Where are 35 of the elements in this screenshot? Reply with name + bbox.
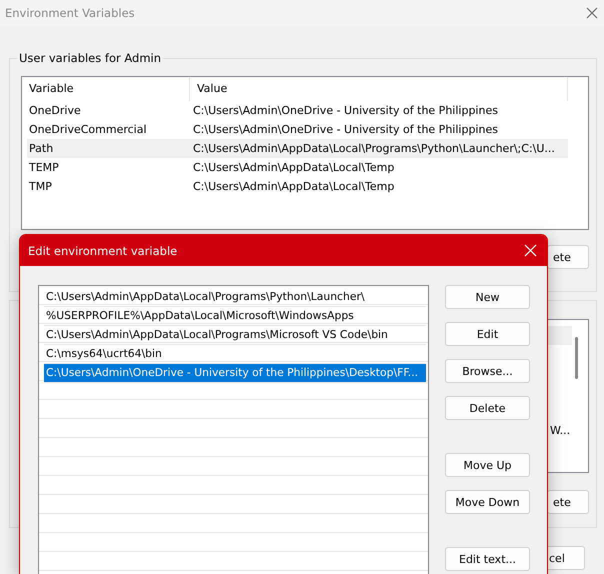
- close-icon[interactable]: [586, 7, 598, 19]
- list-item[interactable]: C:\Users\Admin\AppData\Local\Programs\Python\Launcher\: [44, 288, 426, 307]
- table-row[interactable]: TEMP C:\Users\Admin\AppData\Local\Temp: [27, 158, 568, 177]
- dialog-button[interactable]: Delete: [445, 396, 530, 420]
- table-cell-text: C:\Users\Admin\OneDrive - University of the Philippines: [192, 104, 498, 117]
- table-row[interactable]: OneDrive C:\Users\Admin\OneDrive - University of the Philippines: [27, 101, 568, 120]
- dialog-button[interactable]: Edit: [445, 322, 530, 346]
- table-row[interactable]: TMP C:\Users\Admin\AppData\Local\Temp: [27, 177, 568, 196]
- dialog-button[interactable]: Move Up: [445, 453, 530, 477]
- partial-button[interactable]: ete: [547, 490, 589, 514]
- dialog-button[interactable]: Edit text...: [445, 547, 530, 571]
- table-cell-text: C:\Users\Admin\AppData\Local\Temp: [192, 180, 394, 193]
- table-row[interactable]: Path C:\Users\Admin\AppData\Local\Programs\Python\Launcher\;C:\U...: [27, 139, 568, 158]
- column-header[interactable]: Variable: [22, 77, 190, 101]
- partial-button[interactable]: ete: [547, 245, 589, 269]
- table-cell-text: C:\Users\Admin\AppData\Local\Programs\Python\Launcher\;C:\U...: [192, 142, 555, 155]
- list-item[interactable]: %USERPROFILE%\AppData\Local\Microsoft\WindowsApps: [44, 307, 426, 326]
- group-title: User variables for Admin: [17, 51, 164, 65]
- table-cell-text: OneDrive: [28, 104, 82, 117]
- column-header[interactable]: Value: [190, 77, 568, 101]
- table-cell-text: TMP: [28, 180, 53, 193]
- dialog-button[interactable]: Browse...: [445, 359, 530, 383]
- scrollbar-thumb[interactable]: [575, 337, 578, 379]
- table-cell-text: TEMP: [28, 161, 60, 174]
- table-cell-text: C:\Users\Admin\AppData\Local\Temp: [192, 161, 394, 174]
- dialog-button[interactable]: New: [445, 285, 530, 309]
- list-item[interactable]: C:\Users\Admin\OneDrive - University of the Philippines\Desktop\FF...: [44, 364, 426, 383]
- table-cell-text: OneDriveCommercial: [28, 123, 148, 136]
- window-title: Environment Variables: [5, 6, 135, 20]
- table-row[interactable]: OneDriveCommercial C:\Users\Admin\OneDrive - University of the Philippines: [27, 120, 568, 139]
- table-cell-text: Path: [28, 142, 54, 155]
- dialog-title: Edit environment variable: [28, 244, 178, 258]
- list-item[interactable]: C:\Users\Admin\AppData\Local\Programs\Microsoft VS Code\bin: [44, 326, 426, 345]
- table-cell-text: C:\Users\Admin\OneDrive - University of the Philippines: [192, 123, 498, 136]
- dialog-button[interactable]: Move Down: [445, 490, 530, 514]
